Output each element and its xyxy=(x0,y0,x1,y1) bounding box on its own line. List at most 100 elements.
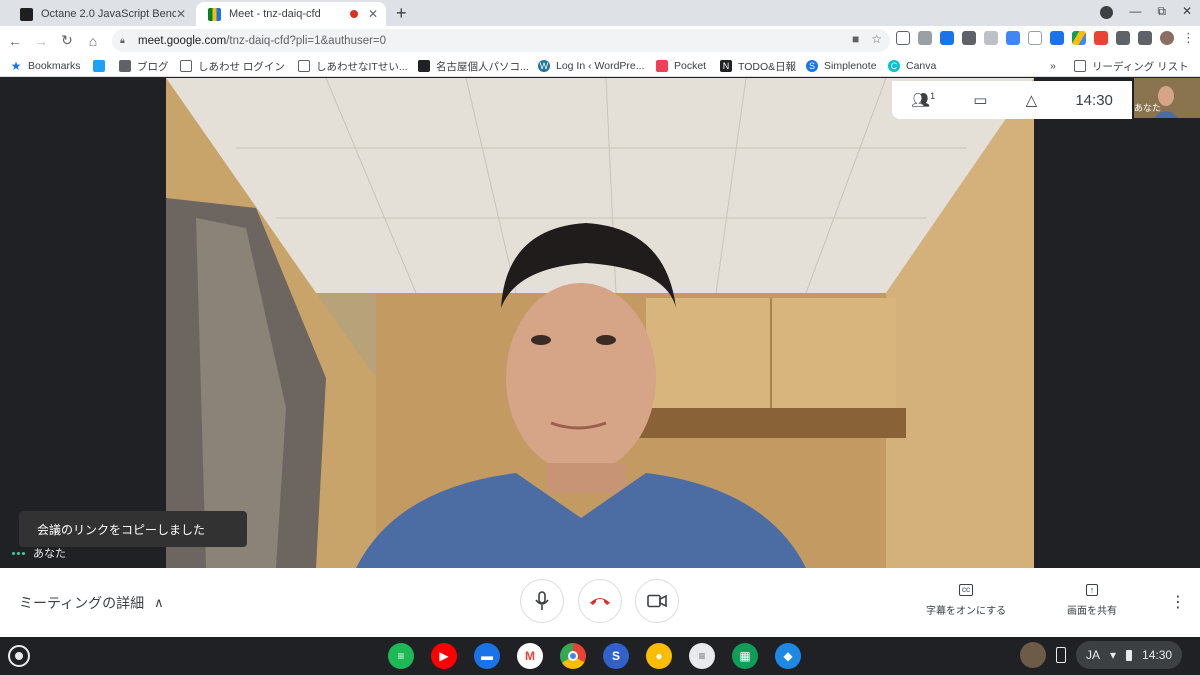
simplenote-icon: S xyxy=(806,60,818,72)
bookmark-item[interactable]: S Simplenote xyxy=(806,58,877,74)
launcher-button[interactable] xyxy=(8,645,30,667)
extension-icon[interactable] xyxy=(1116,31,1130,45)
avatar[interactable] xyxy=(1160,31,1174,45)
bookmark-item[interactable]: しあわせ ログイン xyxy=(180,58,285,74)
back-icon[interactable]: ← xyxy=(4,33,26,49)
puzzle-extensions-icon[interactable] xyxy=(1138,31,1152,45)
menu-kebab-icon[interactable]: ⋮ xyxy=(1182,31,1195,45)
bookmark-item[interactable]: 名古屋個人パソコ... xyxy=(418,58,529,74)
gmail-icon[interactable]: M xyxy=(517,643,543,669)
bookmark-label: 名古屋個人パソコ... xyxy=(436,60,529,73)
sheets-icon[interactable]: ▦ xyxy=(732,643,758,669)
bookmarks-overflow-button[interactable]: » xyxy=(1050,58,1056,74)
tab-title: Octane 2.0 JavaScript Benchm xyxy=(41,8,176,20)
self-view-label: あなた xyxy=(1134,103,1162,113)
microphone-button[interactable] xyxy=(520,579,564,623)
meeting-clock: 14:30 xyxy=(1075,91,1113,109)
extension-icon[interactable] xyxy=(984,31,998,45)
docs-icon[interactable]: ≡ xyxy=(689,643,715,669)
avatar[interactable] xyxy=(1020,642,1046,668)
monitor-icon xyxy=(418,60,430,72)
extension-icon[interactable] xyxy=(1050,31,1064,45)
self-view-tile[interactable]: あなた xyxy=(1134,78,1200,118)
bookmark-label: Log In ‹ WordPre... xyxy=(556,60,645,72)
bookmark-item[interactable]: Pocket xyxy=(656,58,706,74)
site-icon xyxy=(298,60,310,72)
bookmark-item[interactable] xyxy=(93,58,111,74)
chat-button[interactable]: ▭ xyxy=(973,91,987,109)
present-label: 画面を共有 xyxy=(1067,606,1117,617)
microphone-icon xyxy=(535,591,549,610)
pocket-extension-icon[interactable] xyxy=(896,31,910,45)
meeting-control-bar: ミーティングの詳細 ∧ cc 字幕をオンにする ↑ 画面を共有 ⋮ xyxy=(0,568,1200,637)
translate-extension-icon[interactable] xyxy=(1006,31,1020,45)
meeting-details-button[interactable]: ミーティングの詳細 ∧ xyxy=(19,593,164,613)
reload-icon[interactable]: ↻ xyxy=(56,32,78,49)
participants-button[interactable]: 👥︎ 1 xyxy=(911,91,935,109)
more-options-icon[interactable]: ⋮ xyxy=(1170,592,1186,612)
chrome-icon[interactable] xyxy=(560,643,586,669)
phone-hub-icon[interactable] xyxy=(1056,647,1066,663)
simplenote-icon[interactable]: S xyxy=(603,643,629,669)
participant-name-label: あなた xyxy=(12,545,66,561)
extension-icon[interactable] xyxy=(1094,31,1108,45)
pocket-icon xyxy=(656,60,668,72)
forward-icon[interactable]: → xyxy=(30,33,52,49)
omnibox-actions: ■ ☆ xyxy=(852,32,882,46)
bookmark-label: TODO&日報 xyxy=(738,60,797,73)
bookmark-item[interactable]: しあわせなITせい... xyxy=(298,58,408,74)
meeting-details-label: ミーティングの詳細 xyxy=(19,595,145,611)
audio-indicator-icon xyxy=(12,551,25,555)
minimize-button[interactable]: — xyxy=(1129,4,1141,19)
browser-toolbar: ← → ↻ ⌂ 🔒︎ meet.google.com /tnz-daiq-cfd… xyxy=(0,26,1200,55)
meeting-stage: 👥︎ 1 ▭ △ 14:30 あなた 会議のリンクをコピーしました あなた xyxy=(0,78,1200,568)
leave-call-button[interactable] xyxy=(578,579,622,623)
close-icon[interactable]: ✕ xyxy=(176,7,186,21)
notion-icon: N xyxy=(720,60,732,72)
window-close-button[interactable]: ✕ xyxy=(1182,4,1192,19)
home-icon[interactable]: ⌂ xyxy=(82,33,104,49)
captions-label: 字幕をオンにする xyxy=(926,606,1007,617)
extension-icon[interactable] xyxy=(1028,31,1042,45)
system-tray-button[interactable]: JA ▾ 14:30 xyxy=(1076,641,1183,669)
wifi-icon: ▾ xyxy=(1110,648,1117,662)
tab-octane[interactable]: Octane 2.0 JavaScript Benchm ✕ xyxy=(8,2,194,26)
activities-button[interactable]: △ xyxy=(1026,91,1038,109)
extension-icon[interactable] xyxy=(962,31,976,45)
files-icon[interactable]: ▬ xyxy=(474,643,500,669)
chevron-right-icon: » xyxy=(1050,60,1056,72)
snackbar-toast: 会議のリンクをコピーしました xyxy=(19,511,247,547)
address-bar[interactable]: 🔒︎ meet.google.com /tnz-daiq-cfd?pli=1&a… xyxy=(112,29,890,52)
pinned-apps: ≡ ▶ ▬ M S ● ≡ ▦ ◆ xyxy=(388,643,801,669)
camera-feed-image xyxy=(166,78,1034,568)
bookmark-item[interactable]: C Canva xyxy=(888,58,936,74)
bookmark-star-icon[interactable]: ☆ xyxy=(871,32,882,46)
keep-icon[interactable]: ● xyxy=(646,643,672,669)
status-tray: JA ▾ 14:30 xyxy=(1020,641,1183,669)
camera-in-use-icon[interactable]: ■ xyxy=(852,32,859,46)
reading-list-button[interactable]: リーディング リスト xyxy=(1074,58,1189,74)
bookmark-item[interactable]: W Log In ‹ WordPre... xyxy=(538,58,645,74)
tab-search-icon[interactable] xyxy=(1100,6,1113,19)
bookmark-item[interactable]: N TODO&日報 xyxy=(720,58,796,74)
spotify-icon[interactable]: ≡ xyxy=(388,643,414,669)
bookmark-item[interactable]: ★ Bookmarks xyxy=(10,58,81,74)
bookmark-item[interactable]: ブログ xyxy=(119,58,169,74)
url-path: /tnz-daiq-cfd?pli=1&authuser=0 xyxy=(226,34,387,47)
drive-extension-icon[interactable] xyxy=(1072,31,1086,45)
system-clock: 14:30 xyxy=(1142,648,1173,662)
site-icon xyxy=(180,60,192,72)
pen-extension-icon[interactable] xyxy=(940,31,954,45)
camera-button[interactable] xyxy=(635,579,679,623)
new-tab-button[interactable]: + xyxy=(396,3,407,24)
youtube-icon[interactable]: ▶ xyxy=(431,643,457,669)
extension-icon[interactable] xyxy=(918,31,932,45)
restore-button[interactable]: ⧉ xyxy=(1157,4,1166,19)
close-icon[interactable]: ✕ xyxy=(368,7,378,21)
canva-icon: C xyxy=(888,60,900,72)
captions-button[interactable]: cc 字幕をオンにする xyxy=(926,584,1006,617)
tab-meet[interactable]: Meet - tnz-daiq-cfd ✕ xyxy=(196,2,386,26)
meet-app-icon[interactable]: ◆ xyxy=(775,643,801,669)
present-screen-button[interactable]: ↑ 画面を共有 xyxy=(1067,584,1117,617)
url-host: meet.google.com xyxy=(138,34,227,47)
